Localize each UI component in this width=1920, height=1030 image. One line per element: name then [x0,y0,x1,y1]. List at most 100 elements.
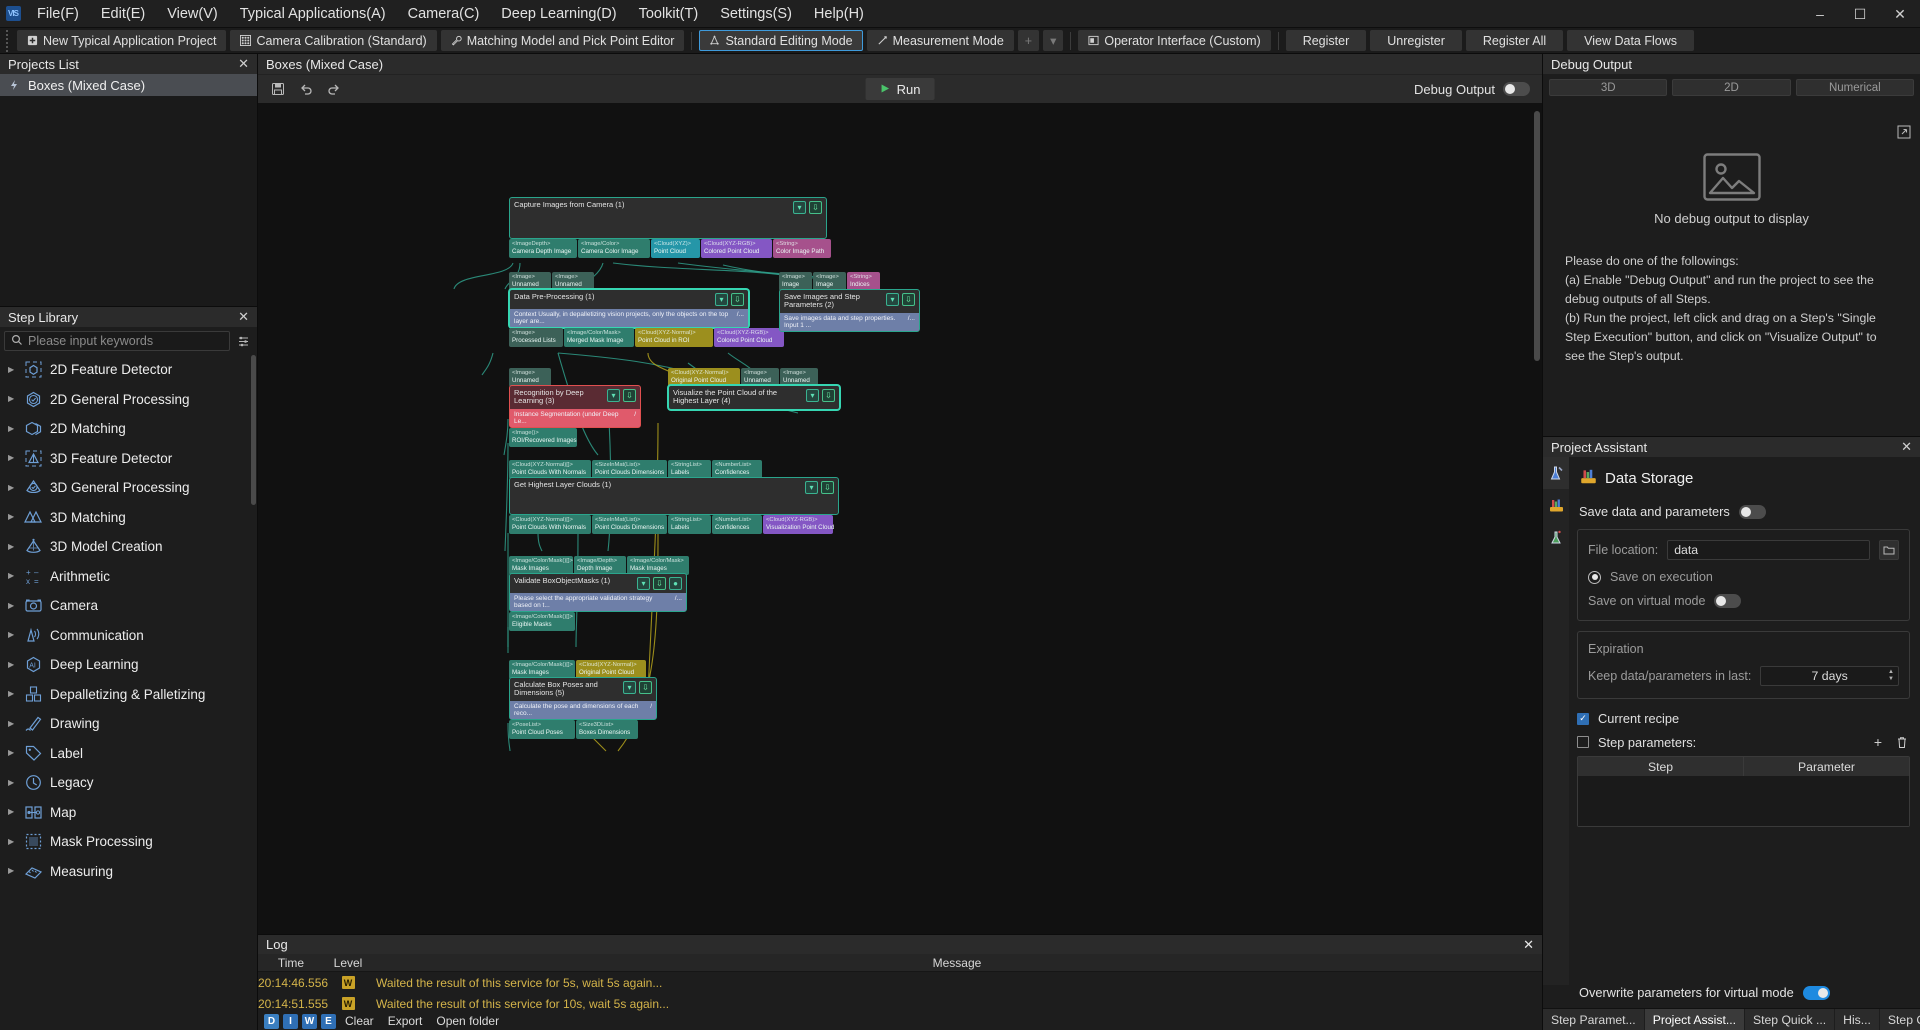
chevron-right-icon[interactable]: ▶ [8,749,17,757]
graph-node[interactable]: Get Highest Layer Clouds (1) ▾ ⇩ [509,477,839,515]
save-data-toggle[interactable] [1738,504,1766,519]
port[interactable]: <Image/Color/Mask> Merged Mask Image [564,328,634,347]
chevron-right-icon[interactable]: ▶ [8,867,17,875]
menu-item-typicalapplicationsa[interactable]: Typical Applications(A) [229,2,397,26]
step-library-item-arithmetic[interactable]: ▶ + – x = Arithmetic [0,562,257,592]
port[interactable]: <Image> Processed Lists [509,328,563,347]
step-library-item-label[interactable]: ▶ Label [0,739,257,769]
graph-node[interactable]: Calculate Box Poses and Dimensions (5) ▾ ⇩… [509,677,657,720]
save-on-execution-row[interactable]: Save on execution [1588,570,1899,584]
port[interactable]: <Image/Color/Mask()[]> Eligible Masks [509,612,575,631]
close-icon[interactable]: ✕ [1880,0,1920,28]
node-graph-canvas[interactable]: Capture Images from Camera (1) ▾ ⇩ <ImageDe… [258,103,1542,934]
port[interactable]: <Cloud(XYZ)> Point Cloud [651,239,700,258]
menu-item-camerac[interactable]: Camera(C) [397,2,491,26]
pin-icon[interactable]: ⇩ [653,577,666,590]
step-library-item-measuring[interactable]: ▶ Measuring [0,857,257,887]
port[interactable]: <Image()> ROI/Recovered Images [509,428,577,447]
minimize-icon[interactable]: – [1800,0,1840,28]
graph-node[interactable]: Capture Images from Camera (1) ▾ ⇩ [509,197,827,239]
log-action-clear[interactable]: Clear [340,1014,379,1028]
step-library-item-drawing[interactable]: ▶ Drawing [0,709,257,739]
port[interactable]: <String> Color Image Path [773,239,831,258]
log-action-open-folder[interactable]: Open folder [431,1014,504,1028]
unregister-button[interactable]: Unregister [1370,30,1462,51]
chevron-right-icon[interactable]: ▶ [8,778,17,787]
port[interactable]: <NumberList> Confidences [712,515,762,534]
chevron-right-icon[interactable]: ▶ [8,542,17,551]
plus-icon[interactable]: + [1870,734,1886,750]
current-recipe-checkbox[interactable]: ✓ [1577,712,1589,725]
overwrite-toggle[interactable] [1802,985,1830,1000]
menu-item-deeplearningd[interactable]: Deep Learning(D) [490,2,627,26]
step-library-item-3d-general-processing[interactable]: ▶ 3D General Processing [0,473,257,503]
expand-icon[interactable] [1896,124,1912,140]
graph-node[interactable]: Visualize the Point Cloud of the Highest… [668,385,840,410]
measurement-mode-button[interactable]: Measurement Mode [866,30,1014,51]
stepper-arrows-icon[interactable]: ▲ ▼ [1888,669,1894,682]
port[interactable]: <Cloud(XYZ-RGB)> Colored Point Cloud [701,239,772,258]
log-row[interactable]: 20:14:46.556 W Waited the result of this s… [258,972,1542,993]
graph-node[interactable]: Save Images and Step Parameters (2) ▾ ⇩ Sav… [779,289,920,332]
graph-node[interactable]: Recognition by Deep Learning (3) ▾ ⇩ Instan… [509,385,641,428]
step-library-item-communication[interactable]: ▶ Communication [0,621,257,651]
menu-item-settingss[interactable]: Settings(S) [709,2,803,26]
standard-editing-mode-button[interactable]: Standard Editing Mode [699,30,863,51]
port[interactable]: <Cloud(XYZ-Normal)> Point Cloud in ROI [635,328,713,347]
pin-icon[interactable]: ⇩ [821,481,834,494]
chevron-right-icon[interactable]: ▶ [8,631,17,639]
register-all-button[interactable]: Register All [1465,30,1564,51]
log-action-export[interactable]: Export [383,1014,428,1028]
current-recipe-row[interactable]: ✓ Current recipe [1577,711,1910,726]
step-library-item-deep-learning[interactable]: ▶ AI Deep Learning [0,650,257,680]
collapse-icon[interactable]: ▾ [805,481,818,494]
toolbar-grip[interactable] [4,25,13,56]
step-library-item-3d-matching[interactable]: ▶ 3D Matching [0,503,257,533]
pa-tab-step-comment-[interactable]: Step Comment ... [1880,1009,1920,1030]
green-flask-icon[interactable] [1543,521,1569,553]
operator-interface-button[interactable]: Operator Interface (Custom) [1078,30,1271,51]
step-library-list[interactable]: ▶ 2D Feature Detector ▶ 2D General Processi… [0,355,257,1030]
mode-dropdown-button[interactable]: ▾ [1043,30,1064,51]
save-virtual-toggle[interactable] [1714,594,1742,608]
menu-item-viewv[interactable]: View(V) [156,2,229,26]
pin-icon[interactable]: ⇩ [731,293,744,306]
search-input[interactable] [28,334,223,348]
node-note[interactable]: Instance Segmentation (under Deep Le... / [510,408,640,427]
data-storage-icon[interactable] [1543,489,1569,521]
undo-icon[interactable] [296,79,316,99]
step-library-item-depalletizing-palletizing[interactable]: ▶ Depalletizing & Palletizing [0,680,257,710]
add-mode-button[interactable]: + [1017,30,1040,51]
save-icon[interactable] [268,79,288,99]
chevron-right-icon[interactable]: ▶ [8,572,17,580]
menu-item-filef[interactable]: File(F) [26,2,90,26]
chevron-right-icon[interactable]: ▶ [8,690,17,698]
folder-icon[interactable] [1879,540,1899,560]
step-parameters-checkbox[interactable] [1577,736,1589,748]
canvas-scrollbar[interactable] [1534,111,1540,361]
step-library-item-2d-general-processing[interactable]: ▶ 2D General Processing [0,385,257,415]
redo-icon[interactable] [324,79,344,99]
step-library-item-camera[interactable]: ▶ Camera [0,591,257,621]
node-note[interactable]: Calculate the pose and dimensions of eac… [510,700,656,719]
trash-icon[interactable] [1894,734,1910,750]
close-icon[interactable]: ✕ [1523,937,1534,953]
step-library-item-legacy[interactable]: ▶ Legacy [0,768,257,798]
debug-output-toggle[interactable] [1503,82,1530,96]
node-note[interactable]: Save images data and step properties. In… [780,312,919,331]
collapse-icon[interactable]: ▾ [715,293,728,306]
file-location-input[interactable]: data [1667,540,1870,560]
step-library-item-2d-matching[interactable]: ▶ 2D Matching [0,414,257,444]
filter-icon[interactable] [235,333,251,349]
chevron-right-icon[interactable]: ▶ [8,454,17,462]
collapse-icon[interactable]: ▾ [806,389,819,402]
chevron-right-icon[interactable]: ▶ [8,395,17,403]
pin-icon[interactable]: ⇩ [822,389,835,402]
pa-tab-step-quick-[interactable]: Step Quick ... [1745,1009,1836,1030]
chevron-right-icon[interactable]: ▶ [8,719,17,728]
port[interactable]: <Size3DList> Boxes Dimensions [576,720,638,739]
extra-icon[interactable]: ● [669,577,682,590]
menu-item-toolkitt[interactable]: Toolkit(T) [628,2,710,26]
log-filter-i[interactable]: I [283,1013,298,1029]
pin-icon[interactable]: ⇩ [902,293,915,306]
